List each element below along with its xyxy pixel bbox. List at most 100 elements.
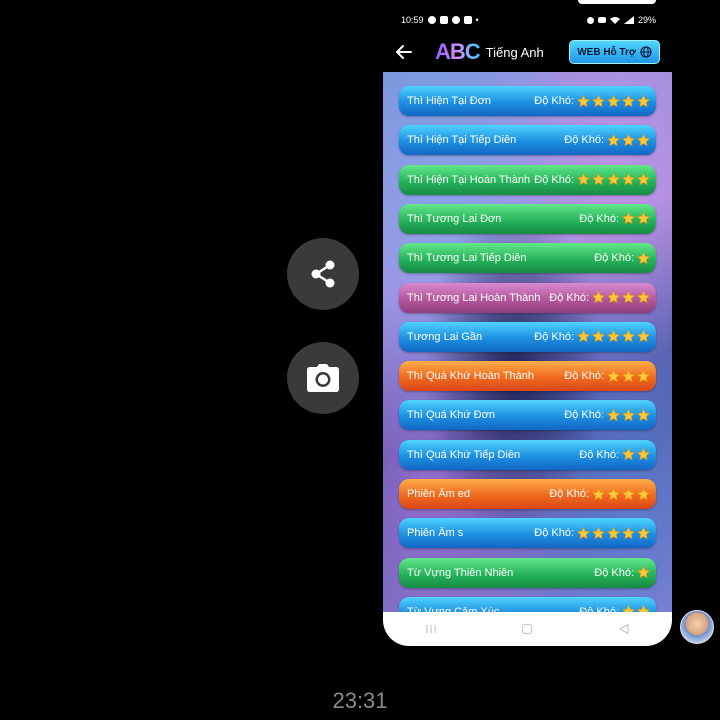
lesson-item[interactable]: Thì Hiện Tại Đơn Độ Khó: — [399, 86, 656, 116]
lesson-item[interactable]: Thì Hiện Tại Tiếp Diễn Độ Khó: — [399, 125, 656, 156]
share-icon — [311, 260, 335, 288]
screenshot-button[interactable] — [287, 342, 359, 414]
star-icon — [622, 448, 635, 461]
lesson-name: Thì Hiện Tại Đơn — [407, 95, 492, 107]
star-icon — [622, 526, 635, 540]
recorder-timer: 23:31 — [332, 688, 388, 713]
data-icon — [597, 17, 606, 23]
difficulty-rating: Độ Khó: — [594, 251, 650, 265]
lesson-item[interactable]: Thì Quá Khứ Hoàn Thành Độ Khó: — [399, 361, 656, 392]
star-icon — [622, 173, 635, 186]
difficulty-rating: Độ Khó: — [579, 212, 650, 225]
difficulty-label: Độ Khó: — [564, 134, 604, 147]
star-icon — [592, 526, 605, 540]
difficulty-rating: Độ Khó: — [564, 369, 650, 383]
lesson-item[interactable]: Thì Tương Lai Tiếp Diễn Độ Khó: — [399, 243, 656, 274]
lesson-item[interactable]: Phiên Âm ed Độ Khó: — [399, 479, 656, 509]
star-icon — [577, 526, 590, 540]
star-icon — [637, 251, 650, 264]
star-icon — [637, 448, 650, 461]
web-support-label: WEB Hỗ Trợ — [577, 46, 636, 58]
difficulty-rating: Độ Khó: — [534, 330, 650, 343]
lesson-name: Thì Quá Khứ Tiếp Diễn — [407, 448, 521, 461]
lesson-item[interactable]: Thì Hiện Tại Hoàn Thành Độ Khó: — [399, 164, 656, 195]
star-icon — [607, 330, 620, 343]
lesson-item[interactable]: Thì Quá Khứ Đơn Độ Khó: — [399, 400, 656, 431]
share-button[interactable] — [287, 238, 359, 310]
star-icon — [607, 173, 620, 186]
star-icon — [622, 94, 635, 107]
wifi-icon — [609, 17, 620, 24]
star-icon — [637, 133, 650, 147]
battery-level: 29% — [637, 15, 656, 25]
phone-screen: 10:59 • 29% ABC Tiếng Anh WEB Hỗ Trợ Thì… — [383, 0, 672, 646]
star-icon — [607, 408, 620, 422]
difficulty-rating: Độ Khó: — [579, 448, 650, 461]
lesson-item[interactable]: Thì Quá Khứ Tiếp Diễn Độ Khó: — [399, 439, 656, 470]
lesson-name: Phiên Âm ed — [407, 488, 470, 500]
star-icon — [622, 605, 635, 612]
star-icon — [607, 133, 620, 147]
lesson-name: Tương Lai Gần — [407, 330, 483, 343]
lesson-item[interactable]: Phiên Âm s Độ Khó: — [399, 518, 656, 549]
globe-icon — [640, 46, 652, 58]
star-icon — [622, 330, 635, 343]
star-icon — [577, 173, 590, 186]
back-arrow-icon[interactable] — [395, 43, 413, 61]
star-icon — [607, 291, 620, 304]
more-dot: • — [475, 15, 479, 25]
lesson-name: Thì Tương Lai Tiếp Diễn — [407, 252, 527, 265]
signal-icon — [623, 16, 634, 24]
difficulty-label: Độ Khó: — [534, 95, 574, 107]
lesson-item[interactable]: Từ Vựng Thiên Nhiên Độ Khó: — [399, 557, 656, 588]
avatar[interactable] — [680, 610, 714, 644]
difficulty-rating: Độ Khó: — [564, 408, 650, 422]
system-nav-bar — [383, 612, 672, 646]
lesson-name: Từ Vựng Thiên Nhiên — [407, 566, 514, 579]
difficulty-label: Độ Khó: — [564, 409, 604, 422]
star-icon — [637, 487, 650, 500]
lesson-item[interactable]: Thì Tương Lai Đơn Độ Khó: — [399, 203, 656, 234]
difficulty-rating: Độ Khó: — [579, 605, 650, 612]
star-icon — [592, 291, 605, 304]
star-icon — [637, 526, 650, 540]
status-time: 10:59 — [401, 15, 424, 25]
lesson-item[interactable]: Thì Tương Lai Hoàn Thành Độ Khó: — [399, 282, 656, 313]
star-icon — [577, 330, 590, 343]
status-bar: 10:59 • 29% — [383, 10, 672, 30]
star-icon — [637, 369, 650, 382]
lesson-item[interactable]: Tương Lai Gần Độ Khó: — [399, 321, 656, 352]
star-icon — [592, 173, 605, 186]
difficulty-rating: Độ Khó: — [564, 133, 650, 147]
camera-icon — [307, 364, 339, 392]
home-icon[interactable] — [521, 623, 533, 635]
app-logo: ABC — [435, 39, 481, 64]
star-icon — [637, 330, 650, 343]
star-icon — [637, 212, 650, 225]
star-icon — [637, 566, 650, 579]
star-icon — [622, 133, 635, 147]
star-icon — [622, 291, 635, 304]
app-notification-icon-2 — [451, 16, 460, 24]
star-icon — [637, 173, 650, 186]
star-icon — [622, 212, 635, 225]
difficulty-rating: Độ Khó: — [534, 94, 650, 108]
star-icon — [592, 487, 605, 500]
lesson-name: Thì Tương Lai Đơn — [407, 212, 502, 225]
difficulty-rating: Độ Khó: — [549, 487, 650, 501]
back-icon[interactable] — [618, 623, 630, 635]
lesson-list[interactable]: Thì Hiện Tại Đơn Độ Khó: Thì Hiện Tại Tiếp… — [383, 72, 672, 612]
difficulty-label: Độ Khó: — [549, 291, 589, 304]
star-icon — [637, 291, 650, 304]
web-support-button[interactable]: WEB Hỗ Trợ — [569, 40, 660, 64]
alarm-icon — [586, 16, 594, 24]
lesson-name: Thì Quá Khứ Đơn — [407, 409, 495, 422]
mail-icon — [463, 16, 472, 24]
lesson-item[interactable]: Từ Vựng Cảm Xúc Độ Khó: — [399, 596, 656, 612]
lesson-name: Thì Hiện Tại Tiếp Diễn — [407, 134, 517, 147]
lesson-name: Thì Tương Lai Hoàn Thành — [407, 291, 541, 304]
star-icon — [592, 330, 605, 343]
lesson-name: Phiên Âm s — [407, 527, 464, 540]
difficulty-label: Độ Khó: — [594, 566, 634, 579]
recent-apps-icon[interactable] — [425, 623, 437, 635]
